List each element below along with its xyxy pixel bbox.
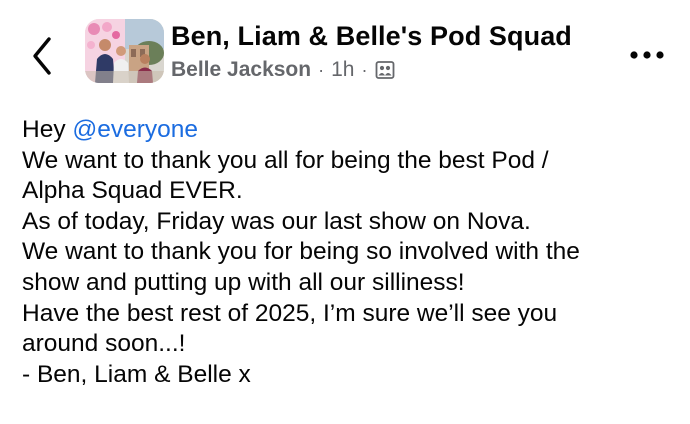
post-line: around soon...! (22, 330, 186, 358)
more-options-button[interactable] (627, 40, 667, 70)
group-title[interactable]: Ben, Liam & Belle's Pod Squad (171, 18, 572, 54)
post-line: show and putting up with all our silline… (22, 268, 465, 296)
post-line: Have the best rest of 2025, I’m sure we’… (22, 299, 558, 327)
author-name[interactable]: Belle Jackson (171, 56, 311, 84)
post-meta: Belle Jackson · 1h · (171, 56, 396, 84)
meta-separator: · (318, 60, 325, 80)
post-line: We want to thank you all for being the b… (22, 146, 549, 174)
post-line: We want to thank you for being so involv… (22, 238, 580, 266)
more-options-icon (630, 51, 664, 59)
chevron-left-icon (33, 37, 51, 75)
post-timestamp[interactable]: 1h (331, 56, 354, 84)
post-header: Ben, Liam & Belle's Pod Squad Belle Jack… (0, 0, 690, 104)
meta-separator: · (361, 60, 368, 80)
post-line-greeting: Hey @everyone (22, 115, 672, 146)
post-text: Hey @everyone We want to thank you all f… (22, 115, 672, 390)
greeting-word: Hey (22, 116, 66, 143)
post-line: As of today, Friday was our last show on… (22, 207, 531, 235)
everyone-mention-link[interactable]: @everyone (72, 116, 198, 143)
post-line: - Ben, Liam & Belle x (22, 360, 251, 388)
post-screen: Ben, Liam & Belle's Pod Squad Belle Jack… (0, 0, 690, 424)
back-button[interactable] (22, 30, 62, 82)
post-line: Alpha Squad EVER. (22, 177, 243, 205)
group-avatar[interactable] (85, 19, 164, 83)
group-audience-icon (374, 59, 396, 81)
group-photo-image (85, 19, 164, 83)
